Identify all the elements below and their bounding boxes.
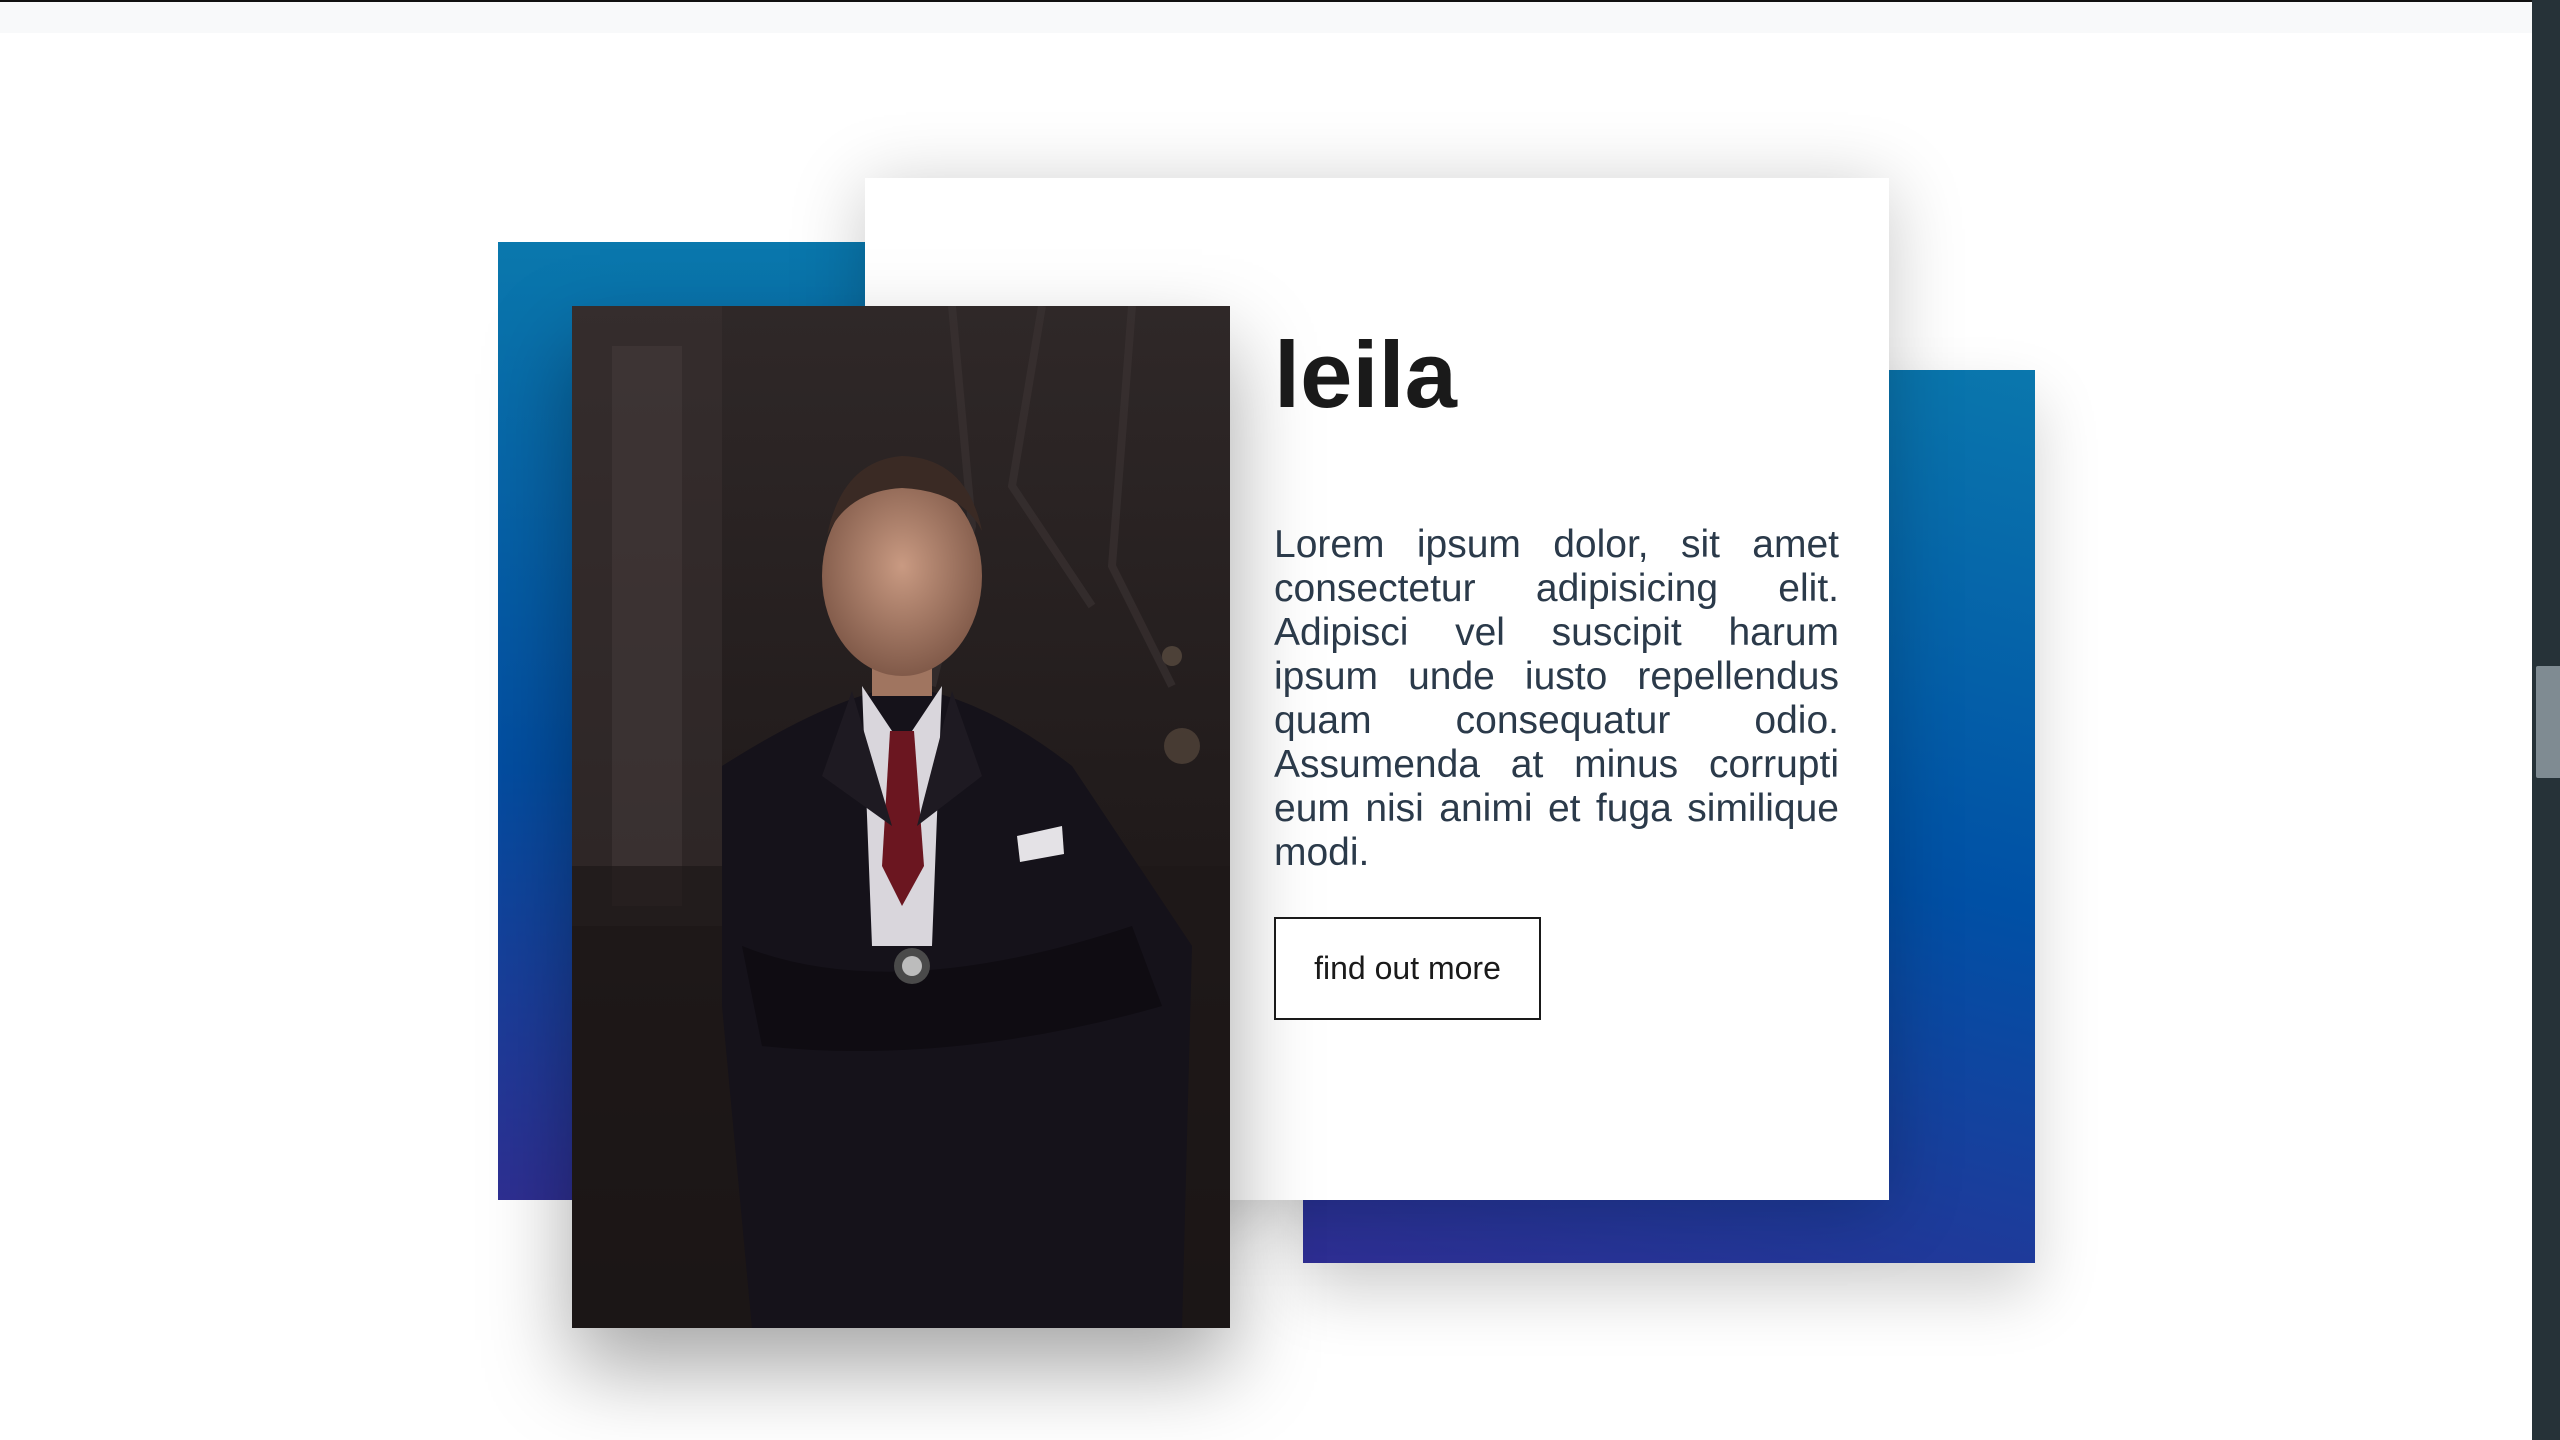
scrollbar-thumb[interactable] <box>2536 666 2560 778</box>
person-in-suit-photo-icon <box>572 306 1230 1328</box>
vertical-scrollbar[interactable] <box>2532 0 2560 1440</box>
card-description: Lorem ipsum dolor, sit amet consectetur … <box>1274 523 1839 874</box>
profile-photo <box>572 306 1230 1328</box>
browser-top-strip <box>0 2 2532 33</box>
find-out-more-button[interactable]: find out more <box>1274 917 1541 1020</box>
card-title: leila <box>1274 322 1457 427</box>
